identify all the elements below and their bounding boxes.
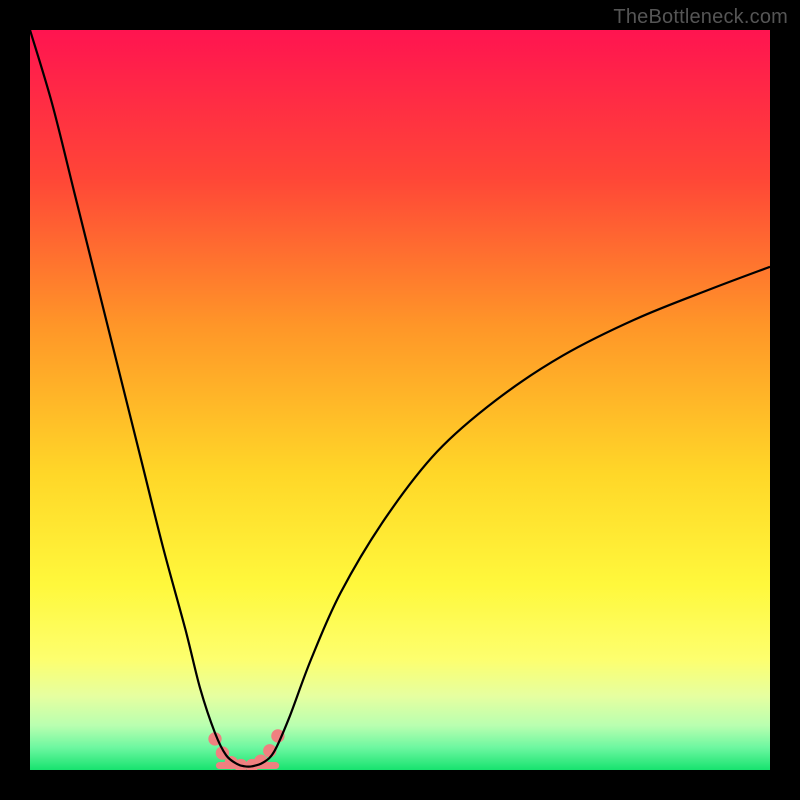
watermark: TheBottleneck.com xyxy=(613,6,788,29)
chart-frame: TheBottleneck.com xyxy=(0,0,800,800)
bottleneck-curve-path xyxy=(30,30,770,767)
plot-area xyxy=(30,30,770,770)
curve-layer xyxy=(30,30,770,770)
